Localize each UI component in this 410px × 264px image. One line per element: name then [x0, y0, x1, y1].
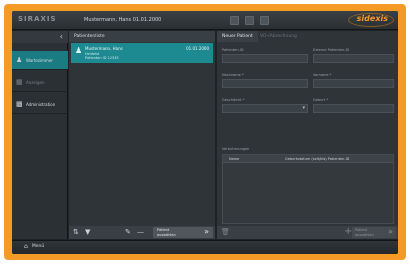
- double-chevron-right-icon: »: [204, 227, 209, 236]
- app-logo: SIRAXIS: [18, 15, 57, 23]
- brand-logo: sidexis: [356, 14, 388, 23]
- firstname-label: Vorname *: [313, 73, 332, 77]
- chevron-left-icon: ‹: [59, 32, 63, 41]
- patient-id-field[interactable]: [222, 54, 308, 63]
- lastname-label: Nachname *: [222, 73, 244, 77]
- top-bar: SIRAXIS Mustermann, Hans 01.01.2000 side…: [12, 11, 398, 30]
- display-icon: ▦: [16, 78, 23, 86]
- chevron-down-icon: ▾: [302, 105, 305, 111]
- new-patient-panel: Neuer Patient VD-/Abrechnung Patienten-I…: [217, 31, 398, 239]
- patient-row-date: 01.01.2000: [186, 46, 209, 51]
- insurance-table[interactable]: Name Geburtsdatum (seit/bis) Patienten-I…: [222, 154, 394, 224]
- form-select-patient-label: Patient auswählen: [355, 228, 374, 237]
- nav-item-administration[interactable]: ▩ Administration: [12, 95, 68, 114]
- edit-icon[interactable]: ✎: [125, 228, 131, 236]
- remove-icon[interactable]: —: [137, 228, 144, 236]
- double-chevron-right-icon: »: [388, 227, 393, 236]
- nav-item-label: Administration: [26, 102, 56, 107]
- patient-list-title: Patientenliste: [69, 31, 215, 42]
- patient-id-label: Patienten-ID: [222, 48, 244, 52]
- filter-icon[interactable]: ▼: [85, 228, 90, 236]
- patient-row[interactable]: ♟ Mustermann, Hans 01.01.2000 Heidelst P…: [71, 43, 213, 63]
- insurance-col-birth: Geburtsdatum (seit/bis) Patienten-ID: [285, 157, 350, 161]
- patient-icon: ♟: [16, 56, 23, 64]
- tab-billing[interactable]: VD-/Abrechnung: [255, 31, 302, 42]
- lastname-field[interactable]: [222, 79, 308, 88]
- sort-icon[interactable]: ⇅: [73, 228, 79, 236]
- admin-icon: ▩: [16, 100, 23, 108]
- current-patient: Mustermann, Hans 01.01.2000: [84, 17, 162, 23]
- person-icon: ♟: [75, 46, 83, 55]
- menu-button[interactable]: ⌂ Menü: [24, 243, 44, 250]
- external-id-field[interactable]: [313, 54, 394, 63]
- insurance-table-header: Name Geburtsdatum (seit/bis) Patienten-I…: [223, 155, 393, 163]
- keyboard-icon[interactable]: [245, 16, 254, 25]
- patient-row-sub2: Patienten ID 12345: [85, 56, 119, 60]
- gender-dropdown[interactable]: ▾: [222, 104, 308, 113]
- user-icon[interactable]: [260, 16, 269, 25]
- left-nav: ‹ ♟ Wartezimmer ▦ Anzeigen ▩ Administrat…: [12, 31, 68, 239]
- select-patient-button[interactable]: Patient auswählen »: [153, 227, 213, 238]
- nav-collapse-button[interactable]: ‹: [12, 31, 68, 43]
- nav-item-wartezimmer[interactable]: ♟ Wartezimmer: [12, 51, 68, 70]
- nav-item-label: Anzeigen: [26, 80, 45, 85]
- select-patient-label: Patient auswählen: [157, 228, 176, 237]
- patient-row-name: Mustermann, Hans: [85, 46, 123, 51]
- birthdate-field[interactable]: [313, 104, 394, 113]
- monitor-icon[interactable]: [230, 16, 239, 25]
- form-select-patient-button[interactable]: Patient auswählen »: [352, 227, 396, 238]
- trash-icon[interactable]: 🗑: [221, 228, 230, 236]
- tab-new-patient[interactable]: Neuer Patient: [217, 31, 258, 42]
- nav-item-label: Wartezimmer: [26, 58, 53, 63]
- menu-label: Menü: [31, 244, 45, 249]
- firstname-field[interactable]: [313, 79, 394, 88]
- patient-list-toolbar: ⇅ ▼ ✎ — Patient auswählen »: [69, 226, 215, 239]
- external-id-label: Externe Patienten-ID: [313, 48, 350, 52]
- bottom-bar: ⌂ Menü: [12, 240, 398, 254]
- insurance-title: Versicherungen: [222, 147, 250, 151]
- home-icon: ⌂: [24, 243, 28, 250]
- insurance-col-name: Name: [229, 157, 240, 161]
- patient-list-panel: Patientenliste ♟ Mustermann, Hans 01.01.…: [69, 31, 215, 239]
- birthdate-label: Geburt *: [313, 98, 328, 102]
- app-screen: SIRAXIS Mustermann, Hans 01.01.2000 side…: [12, 11, 398, 254]
- gender-label: Geschlecht *: [222, 98, 245, 102]
- nav-item-anzeigen[interactable]: ▦ Anzeigen: [12, 73, 68, 92]
- form-toolbar: 🗑 + Patient auswählen »: [217, 226, 398, 239]
